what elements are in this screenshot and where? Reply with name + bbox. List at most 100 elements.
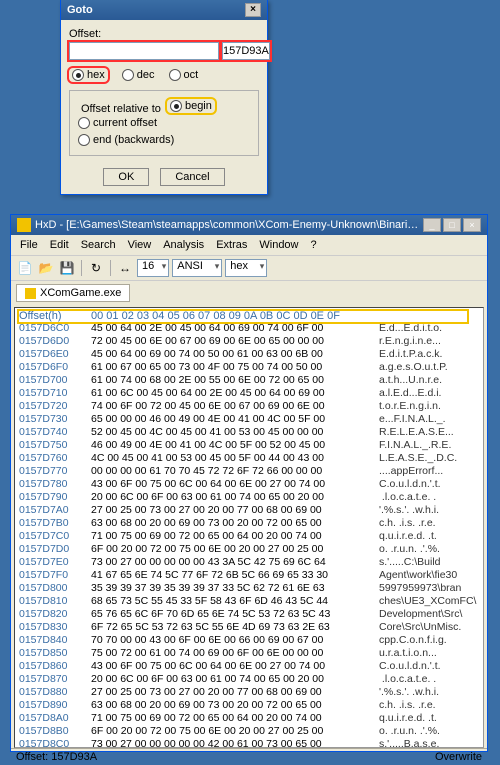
hex-row[interactable]: 0157D6F061 00 67 00 65 00 73 00 4F 00 75… (19, 361, 479, 374)
hex-row[interactable]: 0157D8A071 00 75 00 69 00 72 00 65 00 64… (19, 712, 479, 725)
hex-row[interactable]: 0157D7C071 00 75 00 69 00 72 00 65 00 64… (19, 530, 479, 543)
row-bytes[interactable]: 61 00 6C 00 45 00 64 00 2E 00 45 00 64 0… (91, 387, 379, 400)
charset-select[interactable]: ANSI (172, 259, 222, 277)
hex-row[interactable]: 0157D70061 00 74 00 68 00 2E 00 55 00 6E… (19, 374, 479, 387)
save-icon[interactable]: 💾 (58, 259, 76, 277)
row-bytes[interactable]: 27 00 25 00 73 00 27 00 20 00 77 00 68 0… (91, 686, 379, 699)
menu-help[interactable]: ? (306, 237, 322, 253)
row-bytes[interactable]: 65 00 00 00 46 00 49 00 4E 00 41 00 4C 0… (91, 413, 379, 426)
hex-row[interactable]: 0157D80035 39 39 37 39 35 39 39 37 33 5C… (19, 582, 479, 595)
rel-end-radio[interactable]: end (backwards) (78, 134, 174, 146)
hex-row[interactable]: 0157D78043 00 6F 00 75 00 6C 00 64 00 6E… (19, 478, 479, 491)
row-bytes[interactable]: 61 00 74 00 68 00 2E 00 55 00 6E 00 72 0… (91, 374, 379, 387)
hex-row[interactable]: 0157D8306F 72 65 5C 53 72 63 5C 55 6E 4D… (19, 621, 479, 634)
row-bytes[interactable]: 20 00 6C 00 6F 00 63 00 61 00 74 00 65 0… (91, 673, 379, 686)
rel-current-radio[interactable]: current offset (78, 117, 157, 129)
row-bytes[interactable]: 70 70 00 00 43 00 6F 00 6E 00 66 00 69 0… (91, 634, 379, 647)
hex-row[interactable]: 0157D72074 00 6F 00 72 00 45 00 6E 00 67… (19, 400, 479, 413)
row-bytes[interactable]: 68 65 73 5C 55 45 33 5F 58 43 6F 6D 46 4… (91, 595, 379, 608)
hex-row[interactable]: 0157D7B063 00 68 00 20 00 69 00 73 00 20… (19, 517, 479, 530)
hxd-titlebar[interactable]: HxD - [E:\Games\Steam\steamapps\common\X… (11, 215, 487, 235)
row-bytes[interactable]: 6F 00 20 00 72 00 75 00 6E 00 20 00 27 0… (91, 543, 379, 556)
row-bytes[interactable]: 6F 72 65 5C 53 72 63 5C 55 6E 4D 69 73 6… (91, 621, 379, 634)
hex-row[interactable]: 0157D7E073 00 27 00 00 00 00 00 43 3A 5C… (19, 556, 479, 569)
hex-row[interactable]: 0157D8C073 00 27 00 00 00 00 00 42 00 61… (19, 738, 479, 748)
arrow-icon[interactable]: ↔ (116, 259, 134, 277)
hex-row[interactable]: 0157D84070 70 00 00 43 00 6F 00 6E 00 66… (19, 634, 479, 647)
row-bytes[interactable]: 74 00 6F 00 72 00 45 00 6E 00 67 00 69 0… (91, 400, 379, 413)
row-bytes[interactable]: 35 39 39 37 39 35 39 39 37 33 5C 62 72 6… (91, 582, 379, 595)
row-bytes[interactable]: 46 00 49 00 4E 00 41 00 4C 00 5F 00 52 0… (91, 439, 379, 452)
hex-row[interactable]: 0157D7D06F 00 20 00 72 00 75 00 6E 00 20… (19, 543, 479, 556)
refresh-icon[interactable]: ↻ (87, 259, 105, 277)
row-bytes[interactable]: 52 00 45 00 4C 00 45 00 41 00 53 00 45 0… (91, 426, 379, 439)
row-bytes[interactable]: 72 00 45 00 6E 00 67 00 69 00 6E 00 65 0… (91, 335, 379, 348)
rel-begin-radio[interactable]: begin (167, 99, 215, 113)
row-bytes[interactable]: 27 00 25 00 73 00 27 00 20 00 77 00 68 0… (91, 504, 379, 517)
hex-row[interactable]: 0157D7A027 00 25 00 73 00 27 00 20 00 77… (19, 504, 479, 517)
width-select[interactable]: 16 (137, 259, 169, 277)
row-bytes[interactable]: 45 00 64 00 69 00 74 00 50 00 61 00 63 0… (91, 348, 379, 361)
row-bytes[interactable]: 20 00 6C 00 6F 00 63 00 61 00 74 00 65 0… (91, 491, 379, 504)
menu-search[interactable]: Search (76, 237, 121, 253)
menu-extras[interactable]: Extras (211, 237, 252, 253)
open-icon[interactable]: 📂 (37, 259, 55, 277)
row-bytes[interactable]: 71 00 75 00 69 00 72 00 65 00 64 00 20 0… (91, 530, 379, 543)
row-bytes[interactable]: 61 00 67 00 65 00 73 00 4F 00 75 00 74 0… (91, 361, 379, 374)
row-bytes[interactable]: 45 00 64 00 2E 00 45 00 64 00 69 00 74 0… (91, 322, 379, 335)
row-bytes[interactable]: 6F 00 20 00 72 00 75 00 6E 00 20 00 27 0… (91, 725, 379, 738)
hex-body[interactable]: 0157D6C045 00 64 00 2E 00 45 00 64 00 69… (15, 322, 483, 748)
menu-view[interactable]: View (123, 237, 157, 253)
hex-row[interactable]: 0157D7604C 00 45 00 41 00 53 00 45 00 5F… (19, 452, 479, 465)
hex-editor-area[interactable]: Offset(h) 00 01 02 03 04 05 06 07 08 09 … (14, 307, 484, 748)
hex-row[interactable]: 0157D6E045 00 64 00 69 00 74 00 50 00 61… (19, 348, 479, 361)
row-bytes[interactable]: 73 00 27 00 00 00 00 00 43 3A 5C 42 75 6… (91, 556, 379, 569)
minimize-icon[interactable]: _ (423, 218, 441, 232)
cancel-button[interactable]: Cancel (160, 168, 224, 186)
file-tab[interactable]: XComGame.exe (16, 284, 130, 302)
menu-analysis[interactable]: Analysis (158, 237, 209, 253)
radix-hex-radio[interactable]: hex (69, 68, 108, 82)
hex-row[interactable]: 0157D8B06F 00 20 00 72 00 75 00 6E 00 20… (19, 725, 479, 738)
hex-row[interactable]: 0157D86043 00 6F 00 75 00 6C 00 64 00 6E… (19, 660, 479, 673)
row-bytes[interactable]: 4C 00 45 00 41 00 53 00 45 00 5F 00 44 0… (91, 452, 379, 465)
offset-input[interactable] (69, 42, 219, 60)
row-bytes[interactable]: 71 00 75 00 69 00 72 00 65 00 64 00 20 0… (91, 712, 379, 725)
radix-oct-radio[interactable]: oct (169, 68, 199, 82)
row-bytes[interactable]: 75 00 72 00 61 00 74 00 69 00 6F 00 6E 0… (91, 647, 379, 660)
hex-row[interactable]: 0157D71061 00 6C 00 45 00 64 00 2E 00 45… (19, 387, 479, 400)
row-bytes[interactable]: 00 00 00 00 61 70 70 45 72 72 6F 72 66 0… (91, 465, 379, 478)
hex-row[interactable]: 0157D82065 76 65 6C 6F 70 6D 65 6E 74 5C… (19, 608, 479, 621)
hex-row[interactable]: 0157D87020 00 6C 00 6F 00 63 00 61 00 74… (19, 673, 479, 686)
hex-row[interactable]: 0157D85075 00 72 00 61 00 74 00 69 00 6F… (19, 647, 479, 660)
row-bytes[interactable]: 73 00 27 00 00 00 00 00 42 00 61 00 73 0… (91, 738, 379, 748)
row-bytes[interactable]: 65 76 65 6C 6F 70 6D 65 6E 74 5C 53 72 6… (91, 608, 379, 621)
close-icon[interactable]: × (245, 3, 261, 17)
menu-edit[interactable]: Edit (45, 237, 74, 253)
close-icon[interactable]: × (463, 218, 481, 232)
hex-row[interactable]: 0157D75046 00 49 00 4E 00 41 00 4C 00 5F… (19, 439, 479, 452)
row-bytes[interactable]: 43 00 6F 00 75 00 6C 00 64 00 6E 00 27 0… (91, 660, 379, 673)
row-bytes[interactable]: 63 00 68 00 20 00 69 00 73 00 20 00 72 0… (91, 517, 379, 530)
row-bytes[interactable]: 43 00 6F 00 75 00 6C 00 64 00 6E 00 27 0… (91, 478, 379, 491)
hex-row[interactable]: 0157D74052 00 45 00 4C 00 45 00 41 00 53… (19, 426, 479, 439)
maximize-icon[interactable]: □ (443, 218, 461, 232)
row-bytes[interactable]: 41 67 65 6E 74 5C 77 6F 72 6B 5C 66 69 6… (91, 569, 379, 582)
hex-row[interactable]: 0157D6C045 00 64 00 2E 00 45 00 64 00 69… (19, 322, 479, 335)
new-file-icon[interactable]: 📄 (16, 259, 34, 277)
hex-row[interactable]: 0157D6D072 00 45 00 6E 00 67 00 69 00 6E… (19, 335, 479, 348)
ok-button[interactable]: OK (103, 168, 149, 186)
hex-row[interactable]: 0157D81068 65 73 5C 55 45 33 5F 58 43 6F… (19, 595, 479, 608)
hex-row[interactable]: 0157D88027 00 25 00 73 00 27 00 20 00 77… (19, 686, 479, 699)
menu-file[interactable]: File (15, 237, 43, 253)
radix-dec-radio[interactable]: dec (122, 68, 155, 82)
goto-titlebar[interactable]: Goto × (61, 0, 267, 20)
menu-window[interactable]: Window (254, 237, 303, 253)
row-bytes[interactable]: 63 00 68 00 20 00 69 00 73 00 20 00 72 0… (91, 699, 379, 712)
hex-row[interactable]: 0157D77000 00 00 00 61 70 70 45 72 72 6F… (19, 465, 479, 478)
hex-row[interactable]: 0157D7F041 67 65 6E 74 5C 77 6F 72 6B 5C… (19, 569, 479, 582)
hex-row[interactable]: 0157D89063 00 68 00 20 00 69 00 73 00 20… (19, 699, 479, 712)
hex-row[interactable]: 0157D73065 00 00 00 46 00 49 00 4E 00 41… (19, 413, 479, 426)
numbase-select[interactable]: hex (225, 259, 267, 277)
hex-row[interactable]: 0157D79020 00 6C 00 6F 00 63 00 61 00 74… (19, 491, 479, 504)
